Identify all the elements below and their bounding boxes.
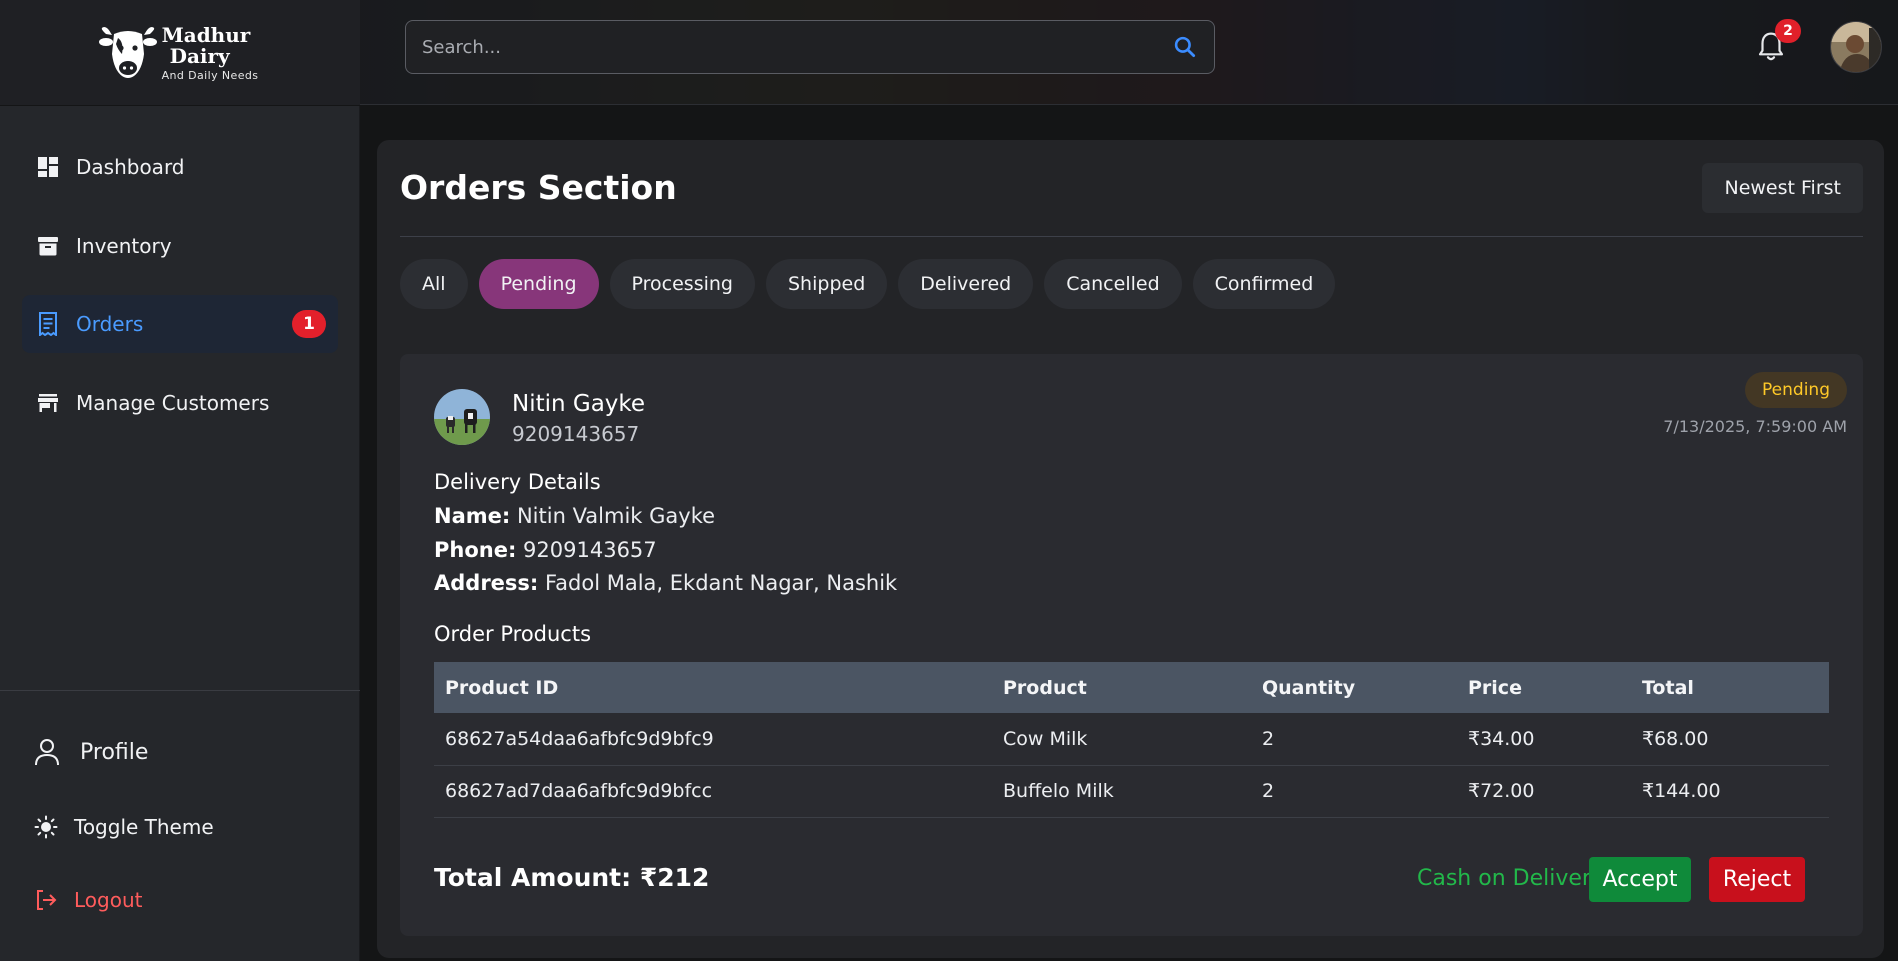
order-date: 7/13/2025, 7:59:00 AM (1663, 417, 1847, 436)
cell-total: ₹68.00 (1631, 713, 1829, 766)
sidebar-item-orders[interactable]: Orders 1 (22, 295, 338, 353)
cell-total: ₹144.00 (1631, 765, 1829, 818)
reject-button[interactable]: Reject (1709, 857, 1805, 902)
delivery-name: Name: Nitin Valmik Gayke (434, 504, 715, 528)
logout-button[interactable]: Logout (34, 888, 142, 912)
sidebar: Dashboard Inventory Orders 1 Manage Cust… (0, 106, 360, 961)
customer-phone: 9209143657 (512, 422, 640, 446)
status-filter-tabs: All Pending Processing Shipped Delivered… (400, 259, 1336, 309)
tab-delivered[interactable]: Delivered (898, 259, 1034, 309)
orders-panel: Orders Section Newest First All Pending … (377, 140, 1884, 958)
cell-price: ₹72.00 (1457, 765, 1631, 818)
table-header-row: Product ID Product Quantity Price Total (434, 662, 1829, 713)
user-icon (35, 739, 59, 766)
tab-processing[interactable]: Processing (609, 259, 755, 309)
sidebar-item-inventory[interactable]: Inventory (22, 217, 338, 275)
user-avatar[interactable] (1830, 21, 1882, 73)
store-icon (36, 391, 60, 415)
logo-area: Madhur Dairy And Daily Needs (0, 0, 360, 105)
profile-label: Profile (80, 739, 149, 765)
cell-quantity: 2 (1251, 713, 1457, 766)
customer-avatar-photo (434, 389, 490, 445)
archive-box-icon (36, 234, 60, 258)
cell-price: ₹34.00 (1457, 713, 1631, 766)
tab-confirmed[interactable]: Confirmed (1192, 259, 1336, 309)
notification-count-badge: 2 (1775, 19, 1801, 43)
brand-title-line2: Dairy (169, 43, 230, 68)
tab-all[interactable]: All (400, 259, 468, 309)
cell-product: Buffelo Milk (992, 765, 1251, 818)
tab-shipped[interactable]: Shipped (766, 259, 888, 309)
accept-button[interactable]: Accept (1589, 857, 1691, 902)
search-input[interactable] (422, 36, 1172, 58)
toggle-theme-label: Toggle Theme (74, 815, 214, 839)
delivery-details-heading: Delivery Details (434, 470, 601, 494)
table-row: 68627a54daa6afbfc9d9bfc9 Cow Milk 2 ₹34.… (434, 713, 1829, 766)
customer-name: Nitin Gayke (512, 391, 646, 417)
column-header-product: Product (992, 662, 1251, 713)
column-header-total: Total (1631, 662, 1829, 713)
sidebar-divider (0, 690, 360, 691)
order-card: Nitin Gayke 9209143657 Pending 7/13/2025… (400, 354, 1863, 936)
delivery-address: Address: Fadol Mala, Ekdant Nagar, Nashi… (434, 571, 897, 595)
brand-title-line1: Madhur (161, 22, 251, 47)
top-header: Madhur Dairy And Daily Needs 2 (0, 0, 1898, 105)
cell-product-id: 68627a54daa6afbfc9d9bfc9 (434, 713, 992, 766)
delivery-name-value: Nitin Valmik Gayke (516, 504, 716, 528)
delivery-phone-label: Phone: (434, 538, 517, 562)
page-title: Orders Section (400, 168, 677, 207)
receipt-icon (36, 312, 60, 336)
sort-dropdown-button[interactable]: Newest First (1702, 163, 1863, 213)
payment-method: Cash on Delivery (1417, 866, 1604, 891)
delivery-address-label: Address: (434, 571, 539, 595)
tab-cancelled[interactable]: Cancelled (1044, 259, 1182, 309)
delivery-phone: Phone: 9209143657 (434, 538, 657, 562)
brand-subtitle: And Daily Needs (161, 68, 259, 82)
delivery-address-value: Fadol Mala, Ekdant Nagar, Nashik (545, 571, 898, 595)
search-bar (405, 20, 1215, 74)
sidebar-item-label: Manage Customers (76, 391, 270, 415)
search-icon[interactable] (1172, 34, 1198, 60)
dashboard-icon (36, 155, 60, 179)
column-header-quantity: Quantity (1251, 662, 1457, 713)
sun-icon (34, 815, 58, 839)
tab-pending[interactable]: Pending (478, 259, 599, 309)
logout-label: Logout (74, 888, 143, 912)
sidebar-item-manage-customers[interactable]: Manage Customers (22, 374, 338, 432)
cell-quantity: 2 (1251, 765, 1457, 818)
brand-logo[interactable]: Madhur Dairy And Daily Needs (98, 24, 259, 82)
header-divider (400, 236, 1863, 237)
sidebar-item-label: Orders (76, 312, 144, 336)
cell-product: Cow Milk (992, 713, 1251, 766)
order-products-heading: Order Products (434, 622, 592, 646)
orders-count-badge: 1 (292, 310, 326, 338)
total-amount: Total Amount: ₹212 (434, 863, 710, 892)
delivery-name-label: Name: (434, 504, 511, 528)
column-header-product-id: Product ID (434, 662, 992, 713)
cow-logo-icon (98, 26, 157, 78)
column-header-price: Price (1457, 662, 1631, 713)
table-row: 68627ad7daa6afbfc9d9bfcc Buffelo Milk 2 … (434, 765, 1829, 818)
logout-icon (37, 890, 57, 910)
sidebar-item-label: Inventory (76, 234, 172, 258)
profile-link[interactable]: Profile (34, 738, 148, 766)
delivery-phone-value: 9209143657 (523, 538, 657, 562)
cell-product-id: 68627ad7daa6afbfc9d9bfcc (434, 765, 992, 818)
order-products-table: Product ID Product Quantity Price Total … (434, 662, 1829, 818)
sidebar-item-label: Dashboard (76, 155, 185, 179)
sidebar-item-dashboard[interactable]: Dashboard (22, 138, 338, 196)
avatar-photo (1831, 22, 1881, 72)
status-badge: Pending (1745, 372, 1847, 408)
toggle-theme-button[interactable]: Toggle Theme (34, 815, 214, 839)
customer-avatar (434, 389, 490, 445)
